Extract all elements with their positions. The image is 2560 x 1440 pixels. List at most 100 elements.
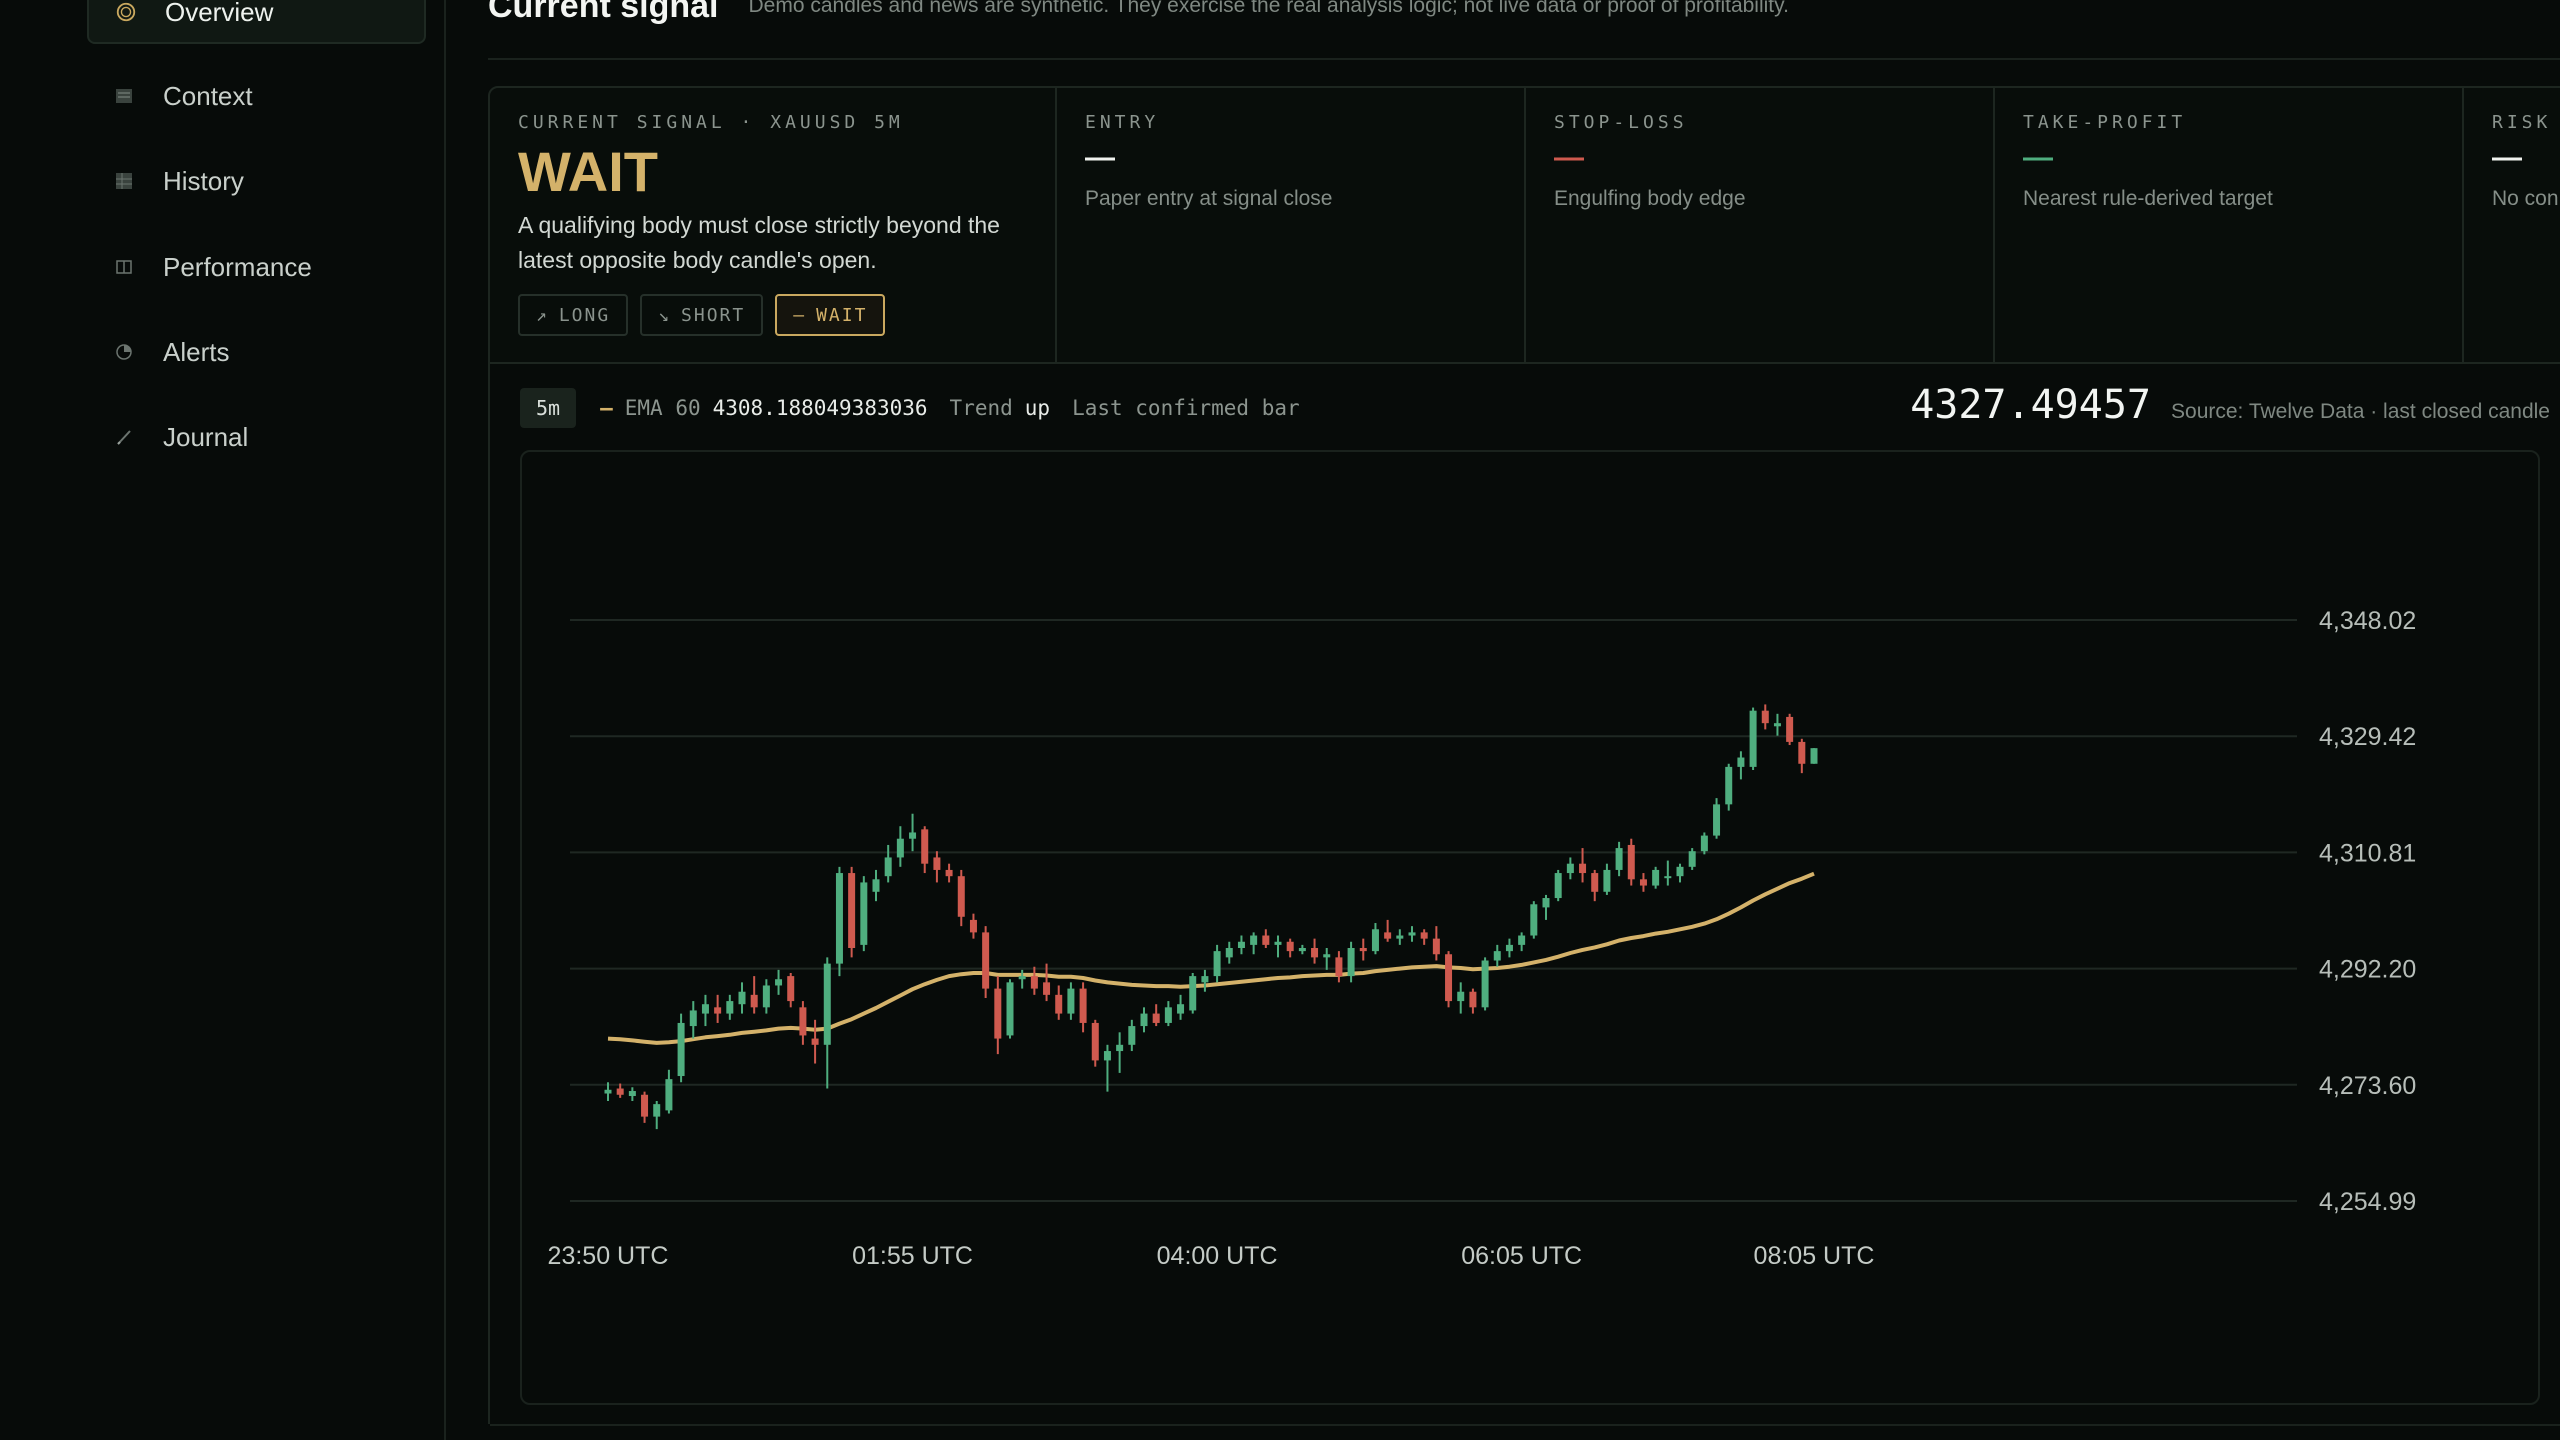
- chart-panel: 5m — EMA 60 4308.188049383036 Trend up L…: [488, 364, 2560, 1426]
- candle-up: [1396, 935, 1404, 939]
- candle-up: [1408, 932, 1416, 936]
- candle-up: [1810, 748, 1818, 764]
- candle-up: [872, 879, 880, 892]
- sidebar-item-label: Context: [163, 80, 253, 111]
- candle-down: [1761, 710, 1769, 724]
- candle-down: [969, 919, 977, 933]
- candle-down: [994, 988, 1002, 1039]
- long-button[interactable]: ↗ LONG: [518, 294, 629, 336]
- candle-up: [1067, 988, 1075, 1014]
- candle-up: [1140, 1013, 1148, 1027]
- sidebar-item-context[interactable]: Context: [87, 64, 426, 128]
- candle-down: [1286, 941, 1294, 952]
- candle-up: [1177, 1004, 1185, 1014]
- candle-up: [1213, 951, 1221, 977]
- chart-svg[interactable]: 4,348.02 4,329.42 4,310.81 4,292.20 4,273.60…: [522, 452, 2538, 1403]
- candle-down: [848, 873, 856, 949]
- candle-down: [1055, 994, 1063, 1014]
- trend-label: Trend: [949, 396, 1013, 420]
- candle-up: [653, 1104, 661, 1117]
- candle-up: [701, 1004, 709, 1014]
- candle-down: [1043, 982, 1051, 995]
- candle-down: [1627, 844, 1635, 880]
- columns-icon: [113, 256, 135, 278]
- candle-down: [641, 1094, 649, 1117]
- short-label: SHORT: [681, 304, 746, 326]
- entry-sub: Paper entry at signal close: [1085, 187, 1333, 210]
- candle-up: [1201, 976, 1209, 983]
- signal-strip: CURRENT SIGNAL · XAUUSD 5M WAIT A qualif…: [488, 86, 2560, 364]
- price-source: Source: Twelve Data · last closed candle: [2171, 400, 2550, 423]
- sidebar-item-label: Performance: [163, 251, 312, 282]
- y-tick-label: 4,329.42: [2319, 723, 2416, 751]
- candle-up: [1554, 873, 1562, 899]
- candle-up: [1688, 851, 1696, 867]
- y-tick-label: 4,310.81: [2319, 839, 2416, 867]
- candle-down: [1469, 991, 1477, 1008]
- sidebar-item-journal[interactable]: Journal: [87, 405, 426, 469]
- candle-up: [1603, 869, 1611, 892]
- wait-button[interactable]: — WAIT: [775, 294, 886, 336]
- candle-up: [1530, 904, 1538, 936]
- ema-info: — EMA 60 4308.188049383036 Trend up Last…: [600, 396, 1300, 420]
- candle-up: [1749, 710, 1757, 767]
- signal-description: A qualifying body must close strictly be…: [518, 212, 1000, 273]
- candle-up: [1505, 944, 1513, 952]
- pen-icon: [113, 426, 135, 448]
- sidebar-item-overview[interactable]: Overview: [87, 0, 426, 44]
- take-profit-value: —: [2023, 141, 2053, 174]
- candle-up: [1700, 835, 1708, 852]
- risk-card: RISK — No con: [2464, 88, 2560, 362]
- candle-down: [1445, 954, 1453, 1002]
- ema-legend-icon: —: [600, 396, 613, 420]
- candle-up: [823, 963, 831, 1045]
- stop-loss-label: STOP-LOSS: [1554, 112, 1688, 133]
- entry-value: —: [1085, 141, 1115, 174]
- candle-up: [1116, 1044, 1124, 1052]
- candle-up: [1189, 976, 1197, 1011]
- signal-value: WAIT: [518, 140, 658, 203]
- candle-up: [726, 1001, 734, 1014]
- sidebar-item-label: Alerts: [163, 336, 230, 367]
- candle-up: [1103, 1051, 1111, 1061]
- short-button[interactable]: ↘ SHORT: [640, 294, 764, 336]
- candle-up: [1652, 869, 1660, 886]
- candle-up: [1773, 723, 1781, 727]
- candle-up: [604, 1089, 612, 1094]
- candle-up: [1518, 935, 1526, 945]
- grid-icon: [113, 170, 135, 192]
- candle-up: [1006, 982, 1014, 1036]
- ema-line: [607, 871, 1815, 1045]
- sidebar-item-performance[interactable]: Performance: [87, 235, 426, 299]
- candle-down: [799, 1007, 807, 1036]
- stop-loss-card: STOP-LOSS — Engulfing body edge: [1526, 88, 1995, 362]
- candle-up: [1713, 804, 1721, 836]
- candle-down: [811, 1038, 819, 1045]
- candle-up: [1481, 960, 1489, 1008]
- candle-down: [750, 994, 758, 1008]
- candle-up: [1018, 976, 1026, 980]
- candle-up: [1664, 876, 1672, 879]
- x-tick-label: 04:00 UTC: [1157, 1242, 1278, 1270]
- candle-up: [1737, 757, 1745, 767]
- y-tick-label: 4,254.99: [2319, 1188, 2416, 1216]
- sidebar-item-alerts[interactable]: Alerts: [87, 320, 426, 384]
- timeframe-badge[interactable]: 5m: [520, 388, 577, 428]
- candle-down: [1091, 1022, 1099, 1061]
- risk-value: —: [2492, 141, 2522, 174]
- candlestick-chart[interactable]: 4,348.02 4,329.42 4,310.81 4,292.20 4,273.60…: [520, 450, 2540, 1405]
- candle-up: [909, 832, 917, 839]
- candle-up: [665, 1079, 673, 1111]
- x-tick-label: 08:05 UTC: [1754, 1242, 1875, 1270]
- y-tick-label: 4,273.60: [2319, 1072, 2416, 1100]
- wait-label: WAIT: [816, 304, 868, 326]
- candle-down: [945, 869, 953, 877]
- sidebar-item-label: History: [163, 165, 244, 196]
- candle-down: [1030, 976, 1038, 989]
- sidebar-item-history[interactable]: History: [87, 149, 426, 213]
- candle-down: [1079, 988, 1087, 1023]
- divider: [488, 58, 2560, 60]
- candle-up: [628, 1091, 636, 1097]
- candle-down: [1335, 957, 1343, 977]
- candle-up: [1237, 941, 1245, 949]
